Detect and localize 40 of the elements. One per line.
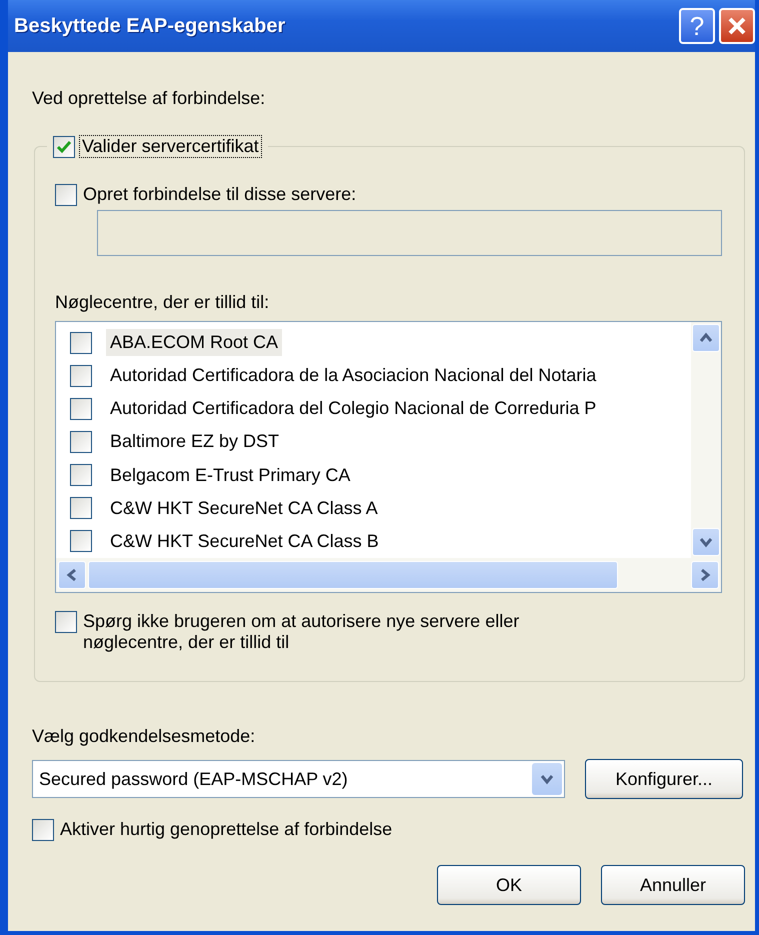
method-dropdown[interactable]: Secured password (EAP-MSCHAP v2) (32, 760, 565, 798)
scroll-up-button[interactable] (692, 324, 720, 352)
checkbox-label[interactable]: Valider servercertifikat (79, 135, 262, 158)
server-input-field[interactable] (97, 210, 722, 256)
section-label: Ved oprettelse af forbindelse: (32, 88, 266, 109)
list-item[interactable]: Autoridad Certificadora de la Asociacion Nacional del Notaria (106, 362, 600, 390)
checkbox[interactable] (70, 364, 92, 387)
dialog-button[interactable]: Annuller (601, 865, 745, 905)
checkbox[interactable] (55, 184, 77, 206)
checkbox-label[interactable]: Spørg ikke brugeren om at autorisere nye servere eller nøglecentre, der er tillid til (83, 611, 583, 653)
list-item[interactable]: C&W HKT SecureNet CA Class A (106, 494, 382, 522)
horizontal-scrollbar[interactable] (56, 558, 721, 592)
checkbox[interactable] (70, 430, 92, 453)
close-icon (726, 15, 748, 37)
close-button[interactable] (719, 8, 755, 44)
checkbox[interactable] (70, 464, 92, 486)
scroll-left-button[interactable] (58, 561, 86, 589)
method-label: Vælg godkendelsesmetode: (32, 726, 256, 747)
checkbox[interactable] (70, 398, 92, 420)
dialog-button[interactable]: OK (437, 865, 581, 905)
list-item[interactable]: Belgacom E-Trust Primary CA (106, 462, 354, 489)
checkbox[interactable] (70, 332, 92, 354)
checkbox[interactable] (70, 530, 92, 552)
vertical-scrollbar[interactable] (691, 322, 721, 558)
checkbox-label[interactable]: Opret forbindelse til disse servere: (83, 184, 356, 205)
list-item[interactable]: C&W HKT SecureNet CA Class B (106, 528, 383, 555)
checkbox[interactable] (32, 819, 54, 841)
list-item[interactable]: Autoridad Certificadora del Colegio Nacional de Correduria P (106, 395, 600, 422)
checkbox[interactable] (55, 611, 77, 633)
checkbox[interactable] (53, 136, 75, 158)
scroll-right-button[interactable] (691, 561, 719, 589)
scroll-thumb[interactable] (88, 561, 618, 589)
configure-button[interactable]: Konfigurer... (585, 759, 743, 799)
checkbox-label[interactable]: Aktiver hurtig genoprettelse af forbindelse (60, 819, 392, 840)
scroll-down-button[interactable] (692, 528, 720, 556)
list-item[interactable]: ABA.ECOM Root CA (106, 329, 282, 356)
list-item[interactable]: Baltimore EZ by DST (106, 428, 284, 456)
checkbox[interactable] (70, 497, 92, 520)
list-label: Nøglecentre, der er tillid til: (55, 292, 270, 313)
window-title: Beskyttede EAP-egenskaber (14, 14, 286, 38)
